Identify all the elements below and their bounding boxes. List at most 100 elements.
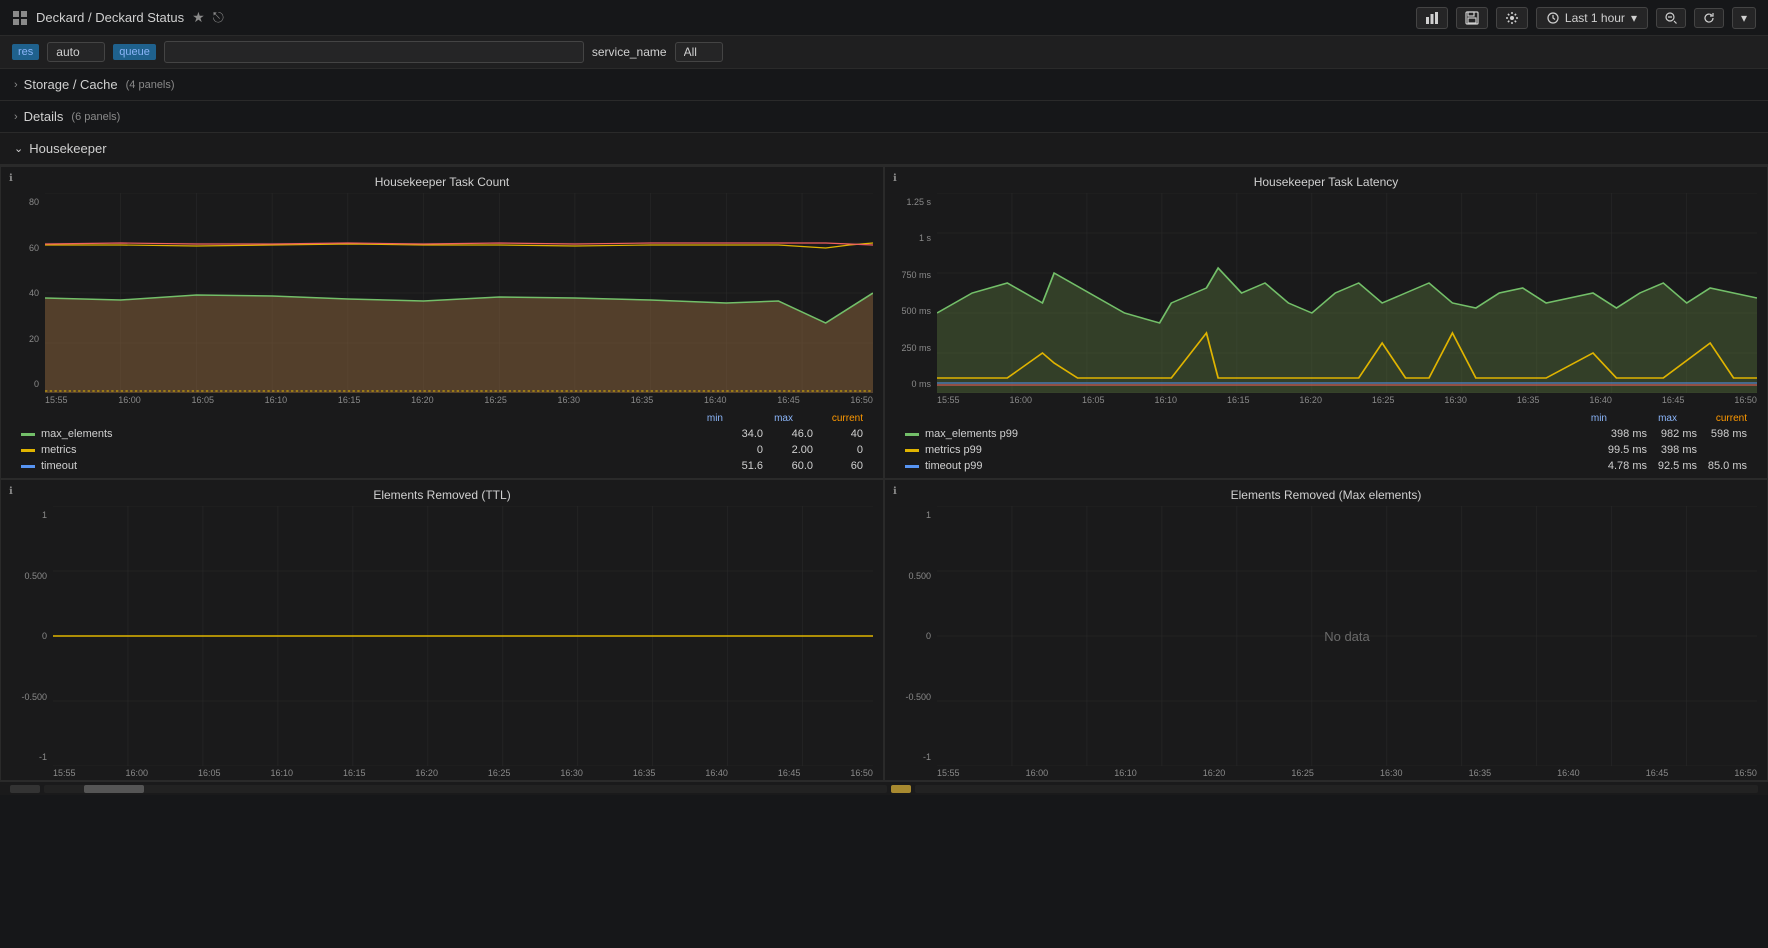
zoom-out-button[interactable]	[1656, 8, 1686, 28]
metrics-p99-label: metrics p99	[925, 444, 1597, 456]
refresh-button[interactable]	[1694, 8, 1724, 28]
min-header: min	[673, 413, 723, 424]
breadcrumb[interactable]: Deckard / Deckard Status	[36, 10, 184, 25]
scroll-thumb-2	[84, 785, 144, 793]
service-name-label: service_name	[592, 45, 667, 59]
details-count: (6 panels)	[71, 111, 120, 123]
max-elements-current: 40	[813, 428, 863, 440]
metrics-min: 0	[713, 444, 763, 456]
scroll-thumb-3	[891, 785, 911, 793]
panel-info-4[interactable]: ℹ	[893, 486, 897, 497]
y-label-1.25s: 1.25 s	[885, 197, 935, 207]
elements-max-chart: 1 0.500 0 -0.500 -1	[885, 506, 1767, 766]
task-latency-title: Housekeeper Task Latency	[885, 167, 1767, 193]
legend-header-2: min max current	[895, 411, 1757, 426]
details-section[interactable]: › Details (6 panels)	[0, 101, 1768, 133]
max-header-2: max	[1627, 413, 1677, 424]
no-data-overlay: No data	[937, 506, 1757, 766]
metrics-current: 0	[813, 444, 863, 456]
elements-ttl-svg	[53, 506, 873, 766]
y-label-750ms: 750 ms	[885, 270, 935, 280]
header-right: Last 1 hour ▾ ▾	[1416, 7, 1756, 29]
task-latency-svg	[937, 193, 1757, 393]
queue-input[interactable]	[164, 41, 584, 63]
y-label-0-max: 0	[885, 631, 935, 641]
y-label--1-max: -1	[885, 752, 935, 762]
legend-row-max-elements-p99: max_elements p99 398 ms 982 ms 598 ms	[895, 426, 1757, 442]
legend-row-timeout-p99: timeout p99 4.78 ms 92.5 ms 85.0 ms	[895, 458, 1757, 474]
elements-ttl-chart: 1 0.500 0 -0.500 -1	[1, 506, 883, 766]
housekeeper-title: Housekeeper	[29, 141, 106, 156]
timeout-p99-min: 4.78 ms	[1597, 460, 1647, 472]
panel-info-2[interactable]: ℹ	[893, 173, 897, 184]
max-elements-color	[21, 433, 35, 436]
legend-row-metrics-p99: metrics p99 99.5 ms 398 ms	[895, 442, 1757, 458]
elements-ttl-title: Elements Removed (TTL)	[1, 480, 883, 506]
y-label--0.5-ttl: -0.500	[1, 692, 51, 702]
settings-button[interactable]	[1496, 7, 1528, 29]
timeout-min: 51.6	[713, 460, 763, 472]
legend-header-1: min max current	[11, 411, 873, 426]
settings-icon	[1505, 11, 1519, 25]
storage-cache-section[interactable]: › Storage / Cache (4 panels)	[0, 69, 1768, 101]
task-count-svg	[45, 193, 873, 393]
current-header: current	[813, 413, 863, 424]
storage-cache-title: Storage / Cache	[24, 77, 118, 92]
elements-max-xaxis: 15:55 16:00 16:10 16:20 16:25 16:30 16:3…	[885, 766, 1767, 780]
y-label-60: 60	[1, 243, 43, 253]
scroll-thumb-1	[10, 785, 40, 793]
panel-grid: ℹ Housekeeper Task Count 80 60 40 20 0	[0, 165, 1768, 781]
housekeeper-section[interactable]: ⌄ Housekeeper	[0, 133, 1768, 165]
bottom-scrollbar[interactable]	[0, 781, 1768, 795]
timeout-p99-color	[905, 465, 919, 468]
grid-icon[interactable]	[12, 10, 28, 26]
no-data-text: No data	[1324, 629, 1370, 644]
share-icon[interactable]: ⎋	[213, 9, 224, 26]
legend-row-timeout: timeout 51.6 60.0 60	[11, 458, 873, 474]
y-label-1-ttl: 1	[1, 510, 51, 520]
y-label-0.5-max: 0.500	[885, 571, 935, 581]
metrics-p99-min: 99.5 ms	[1597, 444, 1647, 456]
timeout-color	[21, 465, 35, 468]
bar-chart-button[interactable]	[1416, 7, 1448, 29]
y-label-80: 80	[1, 197, 43, 207]
max-elements-p99-current: 598 ms	[1697, 428, 1747, 440]
elements-ttl-panel: ℹ Elements Removed (TTL) 1 0.500 0 -0.50…	[0, 479, 884, 781]
legend-row-max-elements: max_elements 34.0 46.0 40	[11, 426, 873, 442]
timeout-label: timeout	[41, 460, 713, 472]
scroll-track-2[interactable]	[915, 785, 1758, 793]
y-label-0-ttl: 0	[1, 631, 51, 641]
max-elements-max: 46.0	[763, 428, 813, 440]
service-select[interactable]: All	[675, 42, 723, 62]
y-label-20: 20	[1, 334, 43, 344]
details-title: Details	[24, 109, 64, 124]
timeout-current: 60	[813, 460, 863, 472]
timeout-p99-current: 85.0 ms	[1697, 460, 1747, 472]
app-header: Deckard / Deckard Status ★ ⎋ Last 1 hour…	[0, 0, 1768, 36]
star-icon[interactable]: ★	[192, 9, 205, 26]
storage-cache-chevron: ›	[14, 79, 18, 91]
details-chevron: ›	[14, 111, 18, 123]
auto-select[interactable]: auto	[47, 42, 105, 62]
y-label-40: 40	[1, 288, 43, 298]
panel-info-1[interactable]: ℹ	[9, 173, 13, 184]
refresh-options-button[interactable]: ▾	[1732, 7, 1756, 29]
y-label-0: 0	[1, 379, 43, 389]
task-latency-legend: min max current max_elements p99 398 ms …	[885, 407, 1767, 478]
y-label-0.5-ttl: 0.500	[1, 571, 51, 581]
metrics-p99-color	[905, 449, 919, 452]
panel-info-3[interactable]: ℹ	[9, 486, 13, 497]
y-label-250ms: 250 ms	[885, 343, 935, 353]
time-range-picker[interactable]: Last 1 hour ▾	[1536, 7, 1648, 29]
max-elements-p99-label: max_elements p99	[925, 428, 1597, 440]
bar-chart-icon	[1425, 11, 1439, 25]
legend-row-metrics: metrics 0 2.00 0	[11, 442, 873, 458]
storage-cache-count: (4 panels)	[126, 79, 175, 91]
max-elements-p99-max: 982 ms	[1647, 428, 1697, 440]
current-header-2: current	[1697, 413, 1747, 424]
save-button[interactable]	[1456, 7, 1488, 29]
zoom-icon	[1665, 12, 1677, 24]
task-latency-panel: ℹ Housekeeper Task Latency 1.25 s 1 s 75…	[884, 166, 1768, 479]
max-elements-p99-min: 398 ms	[1597, 428, 1647, 440]
scroll-track[interactable]	[44, 785, 887, 793]
